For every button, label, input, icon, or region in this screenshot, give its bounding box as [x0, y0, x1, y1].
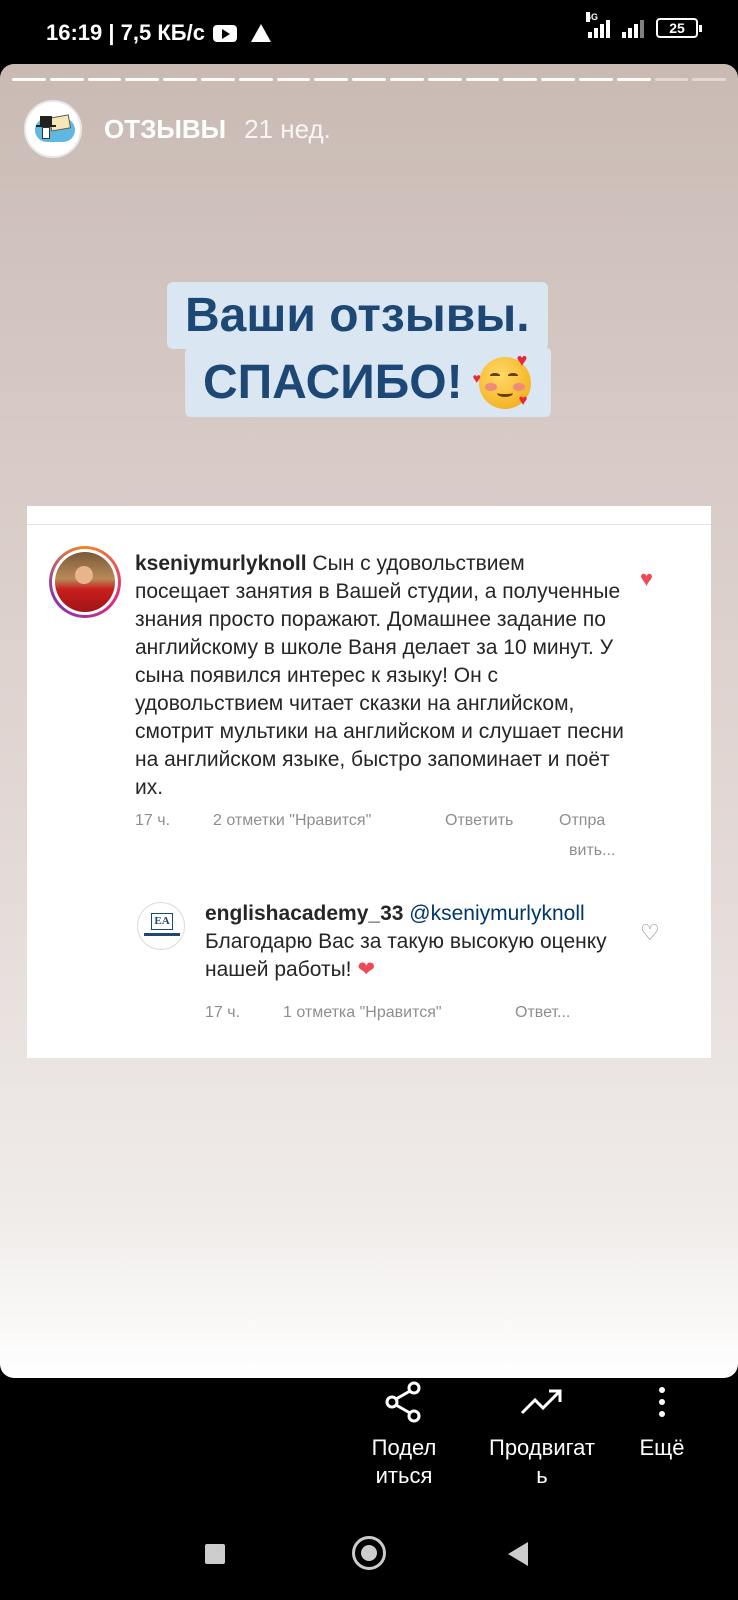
- progress-segment: [578, 78, 613, 81]
- headline-line-2-wrap: СПАСИБО! ♥ ♥ ♥: [185, 347, 551, 417]
- status-right: 4G 25: [586, 12, 702, 38]
- more-button[interactable]: Ещё: [630, 1378, 694, 1462]
- progress-segment: [314, 78, 349, 81]
- divider: [27, 524, 711, 525]
- red-heart-icon: ❤: [357, 958, 376, 981]
- story-posted-ago: 21 нед.: [244, 113, 331, 144]
- promote-button[interactable]: Продвигат ь: [474, 1378, 610, 1490]
- signal-icon: [622, 18, 644, 38]
- smiling-face-with-hearts-icon: ♥ ♥ ♥: [473, 351, 535, 411]
- comment-text: Сын с удовольствием посещает занятия в В…: [135, 552, 624, 799]
- network-label: 4G: [586, 12, 599, 22]
- more-vertical-icon: [630, 1378, 694, 1426]
- heart-outline-icon: ♡: [640, 920, 660, 945]
- reply-time: 17 ч.: [205, 1004, 241, 1021]
- academy-logo: EA: [151, 913, 173, 930]
- progress-segment: [465, 78, 500, 81]
- liked-heart-icon: ♥: [640, 566, 654, 591]
- home-button[interactable]: [352, 1536, 386, 1570]
- progress-segment: [238, 78, 273, 81]
- comment-body: kseniymurlyknoll Сын с удовольствием пос…: [135, 550, 625, 802]
- progress-segment: [541, 78, 575, 81]
- progress-segment: [654, 78, 689, 81]
- comment-time: 17 ч.: [135, 812, 171, 829]
- reply-body: englishacademy_33 @kseniymurlyknoll Благ…: [205, 900, 625, 984]
- reply-mention: @kseniymurlyknoll: [409, 902, 585, 925]
- progress-segment: [389, 78, 424, 81]
- share-button[interactable]: Подел иться: [354, 1378, 454, 1490]
- battery-icon: 25: [656, 18, 702, 38]
- comments-screenshot: kseniymurlyknoll Сын с удовольствием пос…: [27, 506, 711, 1058]
- status-bar: 16:19 | 7,5 КБ/с 4G 25: [0, 0, 738, 64]
- progress-segment: [427, 78, 462, 81]
- share-icon: [354, 1378, 454, 1426]
- story-header[interactable]: ОТЗЫВЫ 21 нед.: [24, 100, 331, 158]
- reply-text: Благодарю Вас за такую высокую оценку на…: [205, 930, 607, 981]
- progress-segment: [616, 78, 651, 81]
- progress-segment: [503, 78, 538, 81]
- comment-send-line2: вить...: [569, 842, 616, 859]
- progress-segment: [352, 78, 386, 81]
- warning-icon: [250, 24, 271, 42]
- progress-segment: [276, 78, 311, 81]
- promote-label: Продвигат ь: [489, 1435, 595, 1488]
- reply-reply: Ответ...: [515, 1004, 571, 1021]
- story-view[interactable]: ОТЗЫВЫ 21 нед. Ваши отзывы. СПАСИБО! ♥ ♥…: [0, 64, 738, 1378]
- share-label: Подел иться: [371, 1435, 437, 1488]
- story-headline: Ваши отзывы. СПАСИБО! ♥ ♥ ♥: [167, 282, 613, 417]
- comment-send-line1: Отпра: [559, 812, 606, 829]
- progress-segment: [12, 78, 46, 81]
- progress-segment: [87, 78, 122, 81]
- progress-segment: [692, 78, 727, 81]
- back-button[interactable]: [508, 1542, 528, 1566]
- progress-segment: [200, 78, 235, 81]
- story-actions: Подел иться Продвигат ь Ещё: [0, 1378, 738, 1518]
- comment-username: kseniymurlyknoll: [135, 552, 307, 575]
- reply-username: englishacademy_33: [205, 902, 404, 925]
- headline-line-2: СПАСИБО!: [203, 355, 463, 409]
- battery-level: 25: [669, 20, 685, 36]
- reply-avatar: EA: [137, 902, 185, 950]
- comment-likes: 2 отметки "Нравится": [213, 812, 372, 829]
- progress-segment: [125, 78, 160, 81]
- youtube-icon: [212, 24, 237, 42]
- trending-up-icon: [474, 1378, 610, 1426]
- comment-reply: Ответить: [445, 812, 514, 829]
- system-nav-bar: [0, 1518, 738, 1600]
- status-left: 16:19 | 7,5 КБ/с: [46, 20, 271, 46]
- story-progress-bar: [12, 78, 727, 81]
- reply-likes: 1 отметка "Нравится": [283, 1004, 442, 1021]
- headline-line-1: Ваши отзывы.: [167, 282, 548, 349]
- recents-button[interactable]: [205, 1544, 225, 1564]
- signal-4g-icon: 4G: [586, 12, 610, 38]
- status-time-speed: 16:19 | 7,5 КБ/с: [46, 20, 205, 45]
- progress-segment: [163, 78, 197, 81]
- more-label: Ещё: [639, 1435, 685, 1460]
- progress-segment: [49, 78, 84, 81]
- commenter-avatar: [49, 546, 121, 618]
- story-account-name[interactable]: ОТЗЫВЫ: [104, 114, 226, 145]
- story-avatar[interactable]: [24, 100, 82, 158]
